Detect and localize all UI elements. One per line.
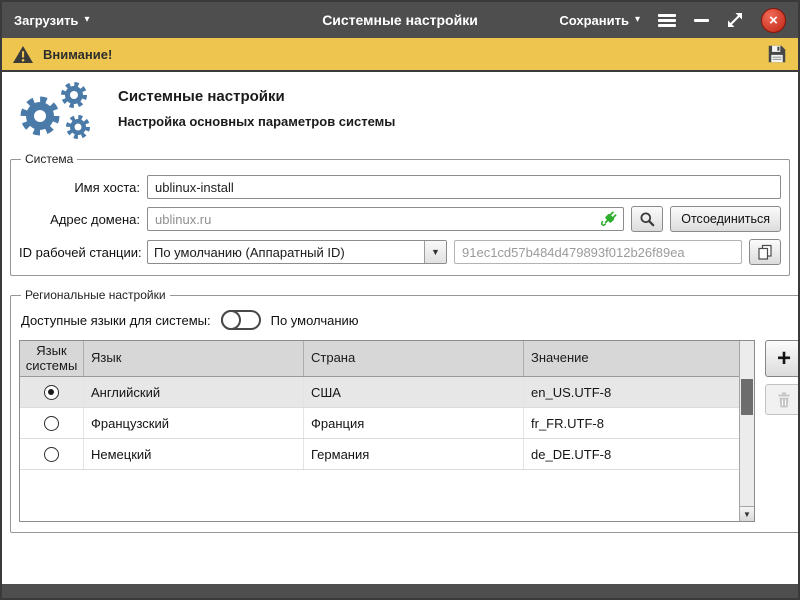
country-cell: Франция bbox=[304, 408, 524, 438]
titlebar-controls: Сохранить ▾ × bbox=[559, 8, 786, 33]
column-header-language[interactable]: Язык bbox=[84, 341, 304, 376]
toggle-knob bbox=[221, 310, 241, 330]
save-button[interactable]: Сохранить ▾ bbox=[559, 13, 640, 28]
hostname-row: Имя хоста: bbox=[19, 175, 781, 199]
minimize-icon bbox=[694, 19, 709, 22]
domain-search-button[interactable] bbox=[631, 206, 663, 232]
minimize-button[interactable] bbox=[694, 10, 709, 30]
system-language-cell bbox=[20, 377, 84, 407]
warning-bar: Внимание! bbox=[2, 38, 798, 72]
hostname-label: Имя хоста: bbox=[19, 180, 147, 195]
page-subtitle: Настройка основных параметров системы bbox=[118, 114, 395, 129]
workstation-id-mode-value: По умолчанию (Аппаратный ID) bbox=[148, 241, 424, 263]
domain-row: Адрес домена: bbox=[19, 206, 781, 232]
chevron-down-icon: ▼ bbox=[424, 241, 446, 263]
column-header-value[interactable]: Значение bbox=[524, 341, 739, 376]
languages-toggle-row: Доступные языки для системы: По умолчани… bbox=[21, 310, 798, 330]
workstation-id-value: 91ec1cd57b484d479893f012b26f89ea bbox=[454, 240, 742, 264]
disconnect-button[interactable]: Отсоединиться bbox=[670, 206, 781, 232]
system-language-radio[interactable] bbox=[44, 416, 59, 431]
titlebar: Загрузить ▾ Системные настройки Сохранит… bbox=[2, 2, 798, 38]
languages-table-zone: Язык системы Язык Страна Значение Англий… bbox=[19, 340, 798, 522]
languages-table-inner: Язык системы Язык Страна Значение Англий… bbox=[20, 341, 739, 521]
page-header: Системные настройки Настройка основных п… bbox=[10, 80, 790, 142]
maximize-button[interactable] bbox=[727, 12, 743, 28]
page-title: Системные настройки bbox=[118, 88, 395, 105]
system-language-radio[interactable] bbox=[44, 385, 59, 400]
add-language-button[interactable]: + bbox=[765, 340, 798, 377]
scrollbar-down-button[interactable]: ▼ bbox=[740, 506, 754, 521]
available-languages-label: Доступные языки для системы: bbox=[21, 313, 211, 328]
load-button[interactable]: Загрузить ▾ bbox=[14, 13, 89, 28]
language-cell: Немецкий bbox=[84, 439, 304, 469]
table-header-row: Язык системы Язык Страна Значение bbox=[20, 341, 739, 377]
app-window: Загрузить ▾ Системные настройки Сохранит… bbox=[0, 0, 800, 600]
bottom-status-bar bbox=[2, 584, 798, 598]
country-cell: Германия bbox=[304, 439, 524, 469]
regional-group-legend: Региональные настройки bbox=[21, 288, 170, 302]
system-group-legend: Система bbox=[21, 152, 77, 166]
plus-icon: + bbox=[777, 347, 791, 371]
table-row[interactable]: Французский Франция fr_FR.UTF-8 bbox=[20, 408, 739, 439]
page-header-text: Системные настройки Настройка основных п… bbox=[118, 80, 395, 129]
language-cell: Французский bbox=[84, 408, 304, 438]
workstation-id-label: ID рабочей станции: bbox=[19, 245, 147, 260]
column-header-system-language[interactable]: Язык системы bbox=[20, 341, 84, 376]
languages-table: Язык системы Язык Страна Значение Англий… bbox=[19, 340, 755, 522]
system-group: Система Имя хоста: Адрес домена: bbox=[10, 152, 790, 276]
country-cell: США bbox=[304, 377, 524, 407]
menu-icon[interactable] bbox=[658, 14, 676, 27]
delete-language-button bbox=[765, 384, 798, 415]
domain-field-wrap bbox=[147, 207, 624, 231]
table-row[interactable]: Английский США en_US.UTF-8 bbox=[20, 377, 739, 408]
language-cell: Английский bbox=[84, 377, 304, 407]
close-button[interactable]: × bbox=[761, 8, 786, 33]
warning-icon bbox=[12, 45, 34, 64]
domain-input[interactable] bbox=[147, 207, 624, 231]
value-cell: de_DE.UTF-8 bbox=[524, 439, 739, 469]
trash-icon bbox=[776, 391, 792, 409]
caret-down-icon: ▾ bbox=[84, 15, 89, 25]
system-language-cell bbox=[20, 408, 84, 438]
copy-id-button[interactable] bbox=[749, 239, 781, 265]
toggle-default-label: По умолчанию bbox=[271, 313, 359, 328]
warning-label: Внимание! bbox=[43, 47, 112, 62]
gears-icon bbox=[10, 80, 106, 142]
floppy-disk-icon bbox=[766, 43, 788, 65]
column-header-country[interactable]: Страна bbox=[304, 341, 524, 376]
value-cell: en_US.UTF-8 bbox=[524, 377, 739, 407]
load-button-label: Загрузить bbox=[14, 13, 78, 28]
value-cell: fr_FR.UTF-8 bbox=[524, 408, 739, 438]
window-title: Системные настройки bbox=[322, 12, 478, 28]
search-icon bbox=[639, 211, 655, 227]
domain-label: Адрес домена: bbox=[19, 212, 147, 227]
copy-icon bbox=[757, 244, 773, 260]
close-icon: × bbox=[769, 13, 778, 28]
arrow-down-icon: ▼ bbox=[743, 510, 751, 519]
vertical-scrollbar[interactable]: ▼ bbox=[739, 341, 754, 521]
languages-default-toggle[interactable] bbox=[221, 310, 261, 330]
table-side-buttons: + bbox=[765, 340, 798, 415]
plug-connected-icon bbox=[600, 210, 618, 228]
save-button-label: Сохранить bbox=[559, 13, 629, 28]
caret-down-icon: ▾ bbox=[635, 15, 640, 25]
system-language-radio[interactable] bbox=[44, 447, 59, 462]
save-to-file-button[interactable] bbox=[766, 43, 788, 65]
workstation-id-row: ID рабочей станции: По умолчанию (Аппара… bbox=[19, 239, 781, 265]
regional-group: Региональные настройки Доступные языки д… bbox=[10, 288, 798, 533]
workstation-id-mode-select[interactable]: По умолчанию (Аппаратный ID) ▼ bbox=[147, 240, 447, 264]
main-content: Системные настройки Настройка основных п… bbox=[2, 72, 798, 584]
connection-status bbox=[600, 210, 618, 233]
hostname-input[interactable] bbox=[147, 175, 781, 199]
system-language-cell bbox=[20, 439, 84, 469]
table-row[interactable]: Немецкий Германия de_DE.UTF-8 bbox=[20, 439, 739, 470]
scrollbar-thumb[interactable] bbox=[741, 379, 753, 415]
expand-icon bbox=[727, 12, 743, 28]
